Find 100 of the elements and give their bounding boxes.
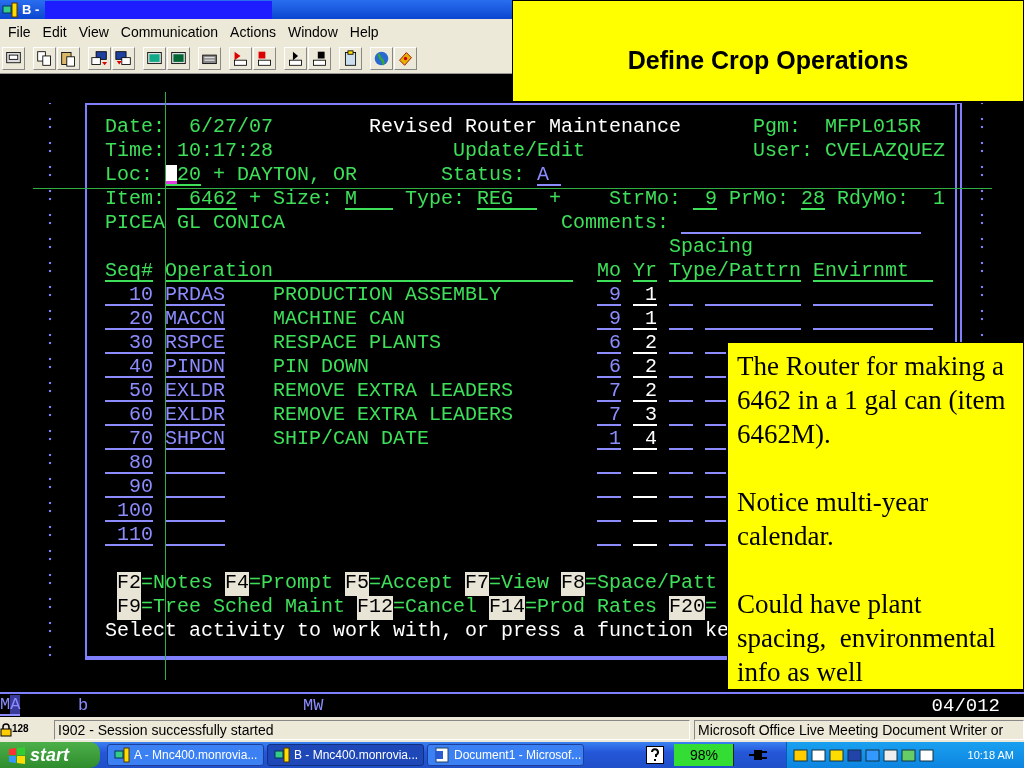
year-field[interactable]: 1 bbox=[633, 284, 657, 306]
month-field[interactable]: 7 bbox=[597, 404, 621, 426]
toolbar-button[interactable] bbox=[198, 47, 221, 70]
menu-item[interactable]: Communication bbox=[114, 23, 225, 40]
function-key[interactable]: F2 bbox=[117, 572, 141, 596]
function-key-label: =Space/Patt bbox=[585, 572, 717, 596]
sequence-field[interactable]: 40 bbox=[105, 356, 153, 378]
document-icon bbox=[434, 747, 450, 763]
year-field[interactable]: 2 bbox=[633, 380, 657, 402]
month-field[interactable]: 9 bbox=[597, 284, 621, 306]
column-header: Operation bbox=[165, 260, 573, 282]
menu-item[interactable]: View bbox=[72, 23, 115, 40]
field-label: Time: bbox=[105, 140, 165, 164]
month-field[interactable]: 6 bbox=[597, 332, 621, 354]
terminal-icon bbox=[2, 1, 18, 18]
mode-indicator: MA bbox=[0, 695, 21, 716]
toolbar-button[interactable] bbox=[308, 47, 331, 70]
sequence-field[interactable]: 60 bbox=[105, 404, 153, 426]
taskbar-button[interactable]: B - Mnc400.monrovia... bbox=[267, 744, 424, 766]
toolbar-button[interactable] bbox=[253, 47, 276, 70]
toolbar-button[interactable] bbox=[229, 47, 252, 70]
operation-name: RESPACE PLANTS bbox=[273, 332, 441, 356]
field-label: Status: bbox=[441, 164, 525, 188]
sequence-field[interactable]: 50 bbox=[105, 380, 153, 402]
status-text: b bbox=[78, 696, 89, 715]
window-title: B - bbox=[22, 2, 40, 17]
function-key[interactable]: F14 bbox=[489, 596, 525, 620]
time-value: 10:17:28 bbox=[177, 140, 273, 164]
terminal-icon bbox=[274, 747, 290, 763]
toolbar-button[interactable] bbox=[2, 47, 25, 70]
screen-icon bbox=[146, 50, 163, 67]
sequence-field[interactable]: 90 bbox=[105, 476, 153, 498]
lock-icon bbox=[0, 722, 12, 737]
month-field[interactable]: 1 bbox=[597, 428, 621, 450]
year-field[interactable]: 4 bbox=[633, 428, 657, 450]
sequence-field[interactable]: 70 bbox=[105, 428, 153, 450]
year-field[interactable]: 1 bbox=[633, 308, 657, 330]
field-label: PrMo: bbox=[729, 188, 789, 212]
location-name: + DAYTON, OR bbox=[213, 164, 357, 188]
toolbar-button[interactable] bbox=[33, 47, 56, 70]
location-field[interactable]: 20 bbox=[165, 164, 201, 186]
field-label: User: bbox=[753, 140, 813, 164]
ready-month-value: 1 bbox=[933, 188, 945, 212]
field-label: Type: bbox=[405, 188, 465, 212]
toolbar-button[interactable] bbox=[112, 47, 135, 70]
item-description: PICEA GL CONICA bbox=[105, 212, 285, 236]
function-key-label: =Accept bbox=[369, 572, 453, 596]
field-label: Item: bbox=[105, 188, 165, 212]
function-key-label: =Cancel bbox=[393, 596, 477, 620]
year-field[interactable]: 2 bbox=[633, 332, 657, 354]
session-count: 128 bbox=[12, 722, 29, 734]
function-key[interactable]: F12 bbox=[357, 596, 393, 620]
taskbar-button[interactable]: A - Mnc400.monrovia... bbox=[107, 744, 264, 766]
toolbar-button[interactable] bbox=[88, 47, 111, 70]
operation-name: SHIP/CAN DATE bbox=[273, 428, 429, 452]
month-field[interactable]: 9 bbox=[597, 308, 621, 330]
battery-reading: 98% bbox=[690, 747, 718, 763]
help-icon bbox=[646, 746, 664, 764]
function-key[interactable]: F8 bbox=[561, 572, 585, 596]
taskbar-button[interactable]: Document1 - Microsof... bbox=[427, 744, 584, 766]
toolbar-button[interactable] bbox=[339, 47, 362, 70]
sequence-field[interactable]: 110 bbox=[105, 524, 153, 546]
year-field[interactable]: 3 bbox=[633, 404, 657, 426]
year-field[interactable]: 2 bbox=[633, 356, 657, 378]
sequence-field[interactable]: 10 bbox=[105, 284, 153, 306]
toolbar-button[interactable] bbox=[284, 47, 307, 70]
operation-name: REMOVE EXTRA LEADERS bbox=[273, 404, 513, 428]
field-label: RdyMo: bbox=[837, 188, 909, 212]
function-key[interactable]: F7 bbox=[465, 572, 489, 596]
cursor-position: 04/012 bbox=[931, 694, 1000, 717]
column-header: Yr bbox=[633, 260, 657, 282]
function-key[interactable]: F5 bbox=[345, 572, 369, 596]
function-key[interactable]: F4 bbox=[225, 572, 249, 596]
menu-item[interactable]: File bbox=[2, 23, 37, 40]
sequence-field[interactable]: 80 bbox=[105, 452, 153, 474]
stop-icon bbox=[311, 50, 328, 67]
clock: 10:18 AM bbox=[967, 749, 1014, 761]
function-key[interactable]: F20 bbox=[669, 596, 705, 620]
field-label: StrMo: bbox=[609, 188, 681, 212]
status-field[interactable]: A bbox=[537, 164, 561, 186]
menu-item[interactable]: Actions bbox=[224, 23, 282, 40]
toolbar-button[interactable] bbox=[167, 47, 190, 70]
toolbar-button[interactable] bbox=[143, 47, 166, 70]
field-label: Comments: bbox=[561, 212, 669, 236]
sequence-field[interactable]: 30 bbox=[105, 332, 153, 354]
menu-item[interactable]: Edit bbox=[36, 23, 73, 40]
month-field[interactable]: 6 bbox=[597, 356, 621, 378]
column-header: Mo bbox=[597, 260, 621, 282]
function-key[interactable]: F9 bbox=[117, 596, 141, 620]
toolbar-button[interactable] bbox=[57, 47, 80, 70]
menu-item[interactable]: Window bbox=[281, 23, 344, 40]
slide-title: Define Crop Operations bbox=[627, 46, 909, 76]
month-field[interactable]: 7 bbox=[597, 380, 621, 402]
operation-name: MACHINE CAN bbox=[273, 308, 405, 332]
sequence-field[interactable]: 100 bbox=[105, 500, 153, 522]
menu-item[interactable]: Help bbox=[343, 23, 385, 40]
screen-title: Revised Router Maintenance bbox=[369, 116, 681, 140]
screen-mode: Update/Edit bbox=[453, 140, 585, 164]
sequence-field[interactable]: 20 bbox=[105, 308, 153, 330]
paste-icon bbox=[60, 50, 77, 67]
